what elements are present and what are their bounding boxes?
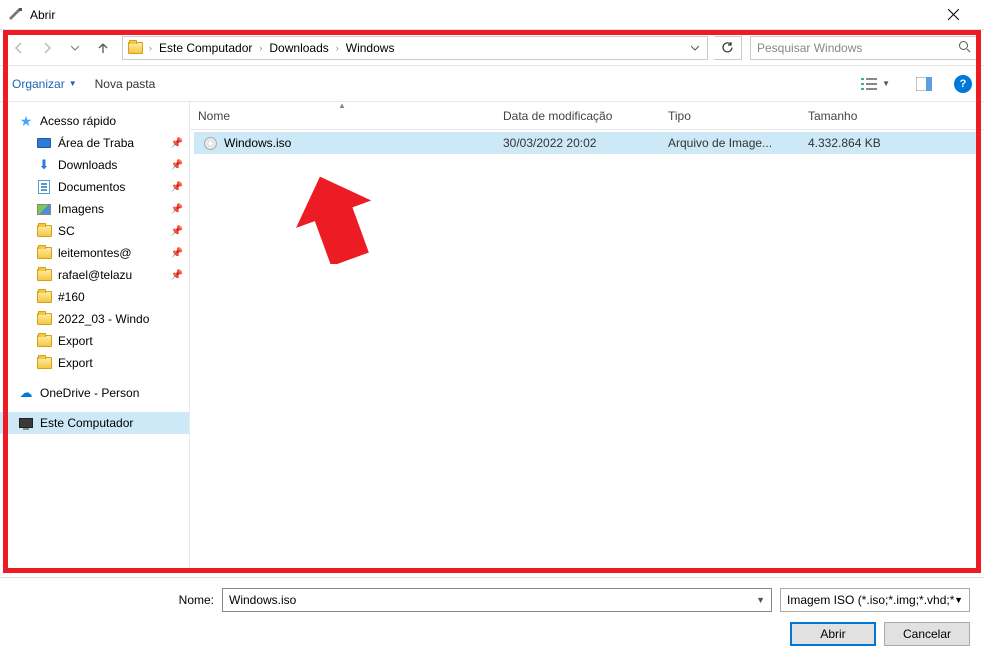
dialog-footer: Nome: Windows.iso ▼ Imagem ISO (*.iso;*.… [0, 577, 984, 661]
sidebar-item-downloads[interactable]: ⬇Downloads📌 [0, 154, 189, 176]
column-header-type[interactable]: Tipo [660, 102, 800, 129]
sidebar-this-pc[interactable]: ›Este Computador [0, 412, 189, 434]
pin-icon: 📌 [171, 204, 183, 215]
column-header-size[interactable]: Tamanho [800, 102, 940, 129]
pin-icon: 📌 [171, 160, 183, 171]
file-pane: Nome▲ Data de modificação Tipo Tamanho W… [190, 102, 984, 571]
image-icon [36, 201, 52, 217]
pin-icon: 📌 [171, 270, 183, 281]
filename-input[interactable]: Windows.iso ▼ [222, 588, 772, 612]
toolbar: Organizar ▼ Nova pasta ▼ ? [0, 66, 984, 102]
file-type-filter[interactable]: Imagem ISO (*.iso;*.img;*.vhd;* ▼ [780, 588, 970, 612]
pc-icon [18, 415, 34, 431]
download-icon: ⬇ [36, 157, 52, 173]
address-dropdown[interactable] [685, 41, 705, 55]
pin-icon: 📌 [171, 226, 183, 237]
sidebar-item-folder[interactable]: SC📌 [0, 220, 189, 242]
chevron-right-icon: › [257, 43, 264, 53]
organize-button[interactable]: Organizar ▼ [12, 77, 77, 91]
folder-icon [36, 289, 52, 305]
folder-icon [36, 245, 52, 261]
chevron-down-icon: ▼ [69, 79, 77, 88]
sidebar-item-folder[interactable]: Export [0, 330, 189, 352]
sidebar-quick-access[interactable]: ★ Acesso rápido [0, 110, 189, 132]
app-icon [8, 7, 24, 23]
breadcrumb-item[interactable]: Downloads [264, 37, 333, 59]
window-title: Abrir [30, 8, 931, 22]
breadcrumb-item[interactable]: Este Computador [154, 37, 257, 59]
folder-icon [36, 223, 52, 239]
help-button[interactable]: ? [954, 75, 972, 93]
file-type: Arquivo de Image... [660, 136, 800, 150]
file-date: 30/03/2022 20:02 [495, 136, 660, 150]
sidebar-item-folder[interactable]: #160 [0, 286, 189, 308]
nav-recent-button[interactable] [62, 35, 88, 61]
nav-forward-button[interactable] [34, 35, 60, 61]
main-area: ★ Acesso rápido Área de Traba📌 ⬇Download… [0, 102, 984, 571]
cancel-button[interactable]: Cancelar [884, 622, 970, 646]
onedrive-icon: ☁ [18, 385, 34, 401]
titlebar: Abrir [0, 0, 984, 30]
star-icon: ★ [18, 113, 34, 129]
folder-icon [36, 333, 52, 349]
disc-icon [202, 135, 218, 151]
close-button[interactable] [931, 0, 976, 30]
sort-asc-icon: ▲ [338, 101, 346, 110]
search-input[interactable]: Pesquisar Windows [750, 36, 978, 60]
file-row[interactable]: Windows.iso 30/03/2022 20:02 Arquivo de … [194, 132, 980, 154]
document-icon [36, 179, 52, 195]
sidebar-item-folder[interactable]: 2022_03 - Windo [0, 308, 189, 330]
chevron-right-icon: › [4, 388, 7, 398]
chevron-right-icon: › [4, 418, 7, 428]
chevron-down-icon[interactable]: ▼ [954, 595, 963, 605]
sidebar-item-folder[interactable]: Export [0, 352, 189, 374]
preview-pane-button[interactable] [912, 75, 936, 93]
folder-icon [36, 267, 52, 283]
pin-icon: 📌 [171, 248, 183, 259]
search-icon [958, 40, 971, 56]
sidebar-item-documents[interactable]: Documentos📌 [0, 176, 189, 198]
nav-back-button[interactable] [6, 35, 32, 61]
open-button[interactable]: Abrir [790, 622, 876, 646]
sidebar-item-folder[interactable]: leitemontes@📌 [0, 242, 189, 264]
refresh-button[interactable] [714, 36, 742, 60]
nav-row: › Este Computador › Downloads › Windows … [0, 30, 984, 66]
search-placeholder: Pesquisar Windows [757, 41, 862, 55]
breadcrumb-item[interactable]: Windows [341, 37, 400, 59]
chevron-right-icon: › [147, 43, 154, 53]
sidebar-item-desktop[interactable]: Área de Traba📌 [0, 132, 189, 154]
chevron-down-icon: ▼ [882, 79, 890, 88]
folder-icon [36, 355, 52, 371]
sidebar: ★ Acesso rápido Área de Traba📌 ⬇Download… [0, 102, 190, 571]
pin-icon: 📌 [171, 182, 183, 193]
column-header-name[interactable]: Nome▲ [190, 102, 495, 129]
file-name: Windows.iso [224, 136, 291, 150]
pin-icon: 📌 [171, 138, 183, 149]
nav-up-button[interactable] [90, 35, 116, 61]
desktop-icon [36, 135, 52, 151]
column-headers: Nome▲ Data de modificação Tipo Tamanho [190, 102, 984, 130]
chevron-down-icon[interactable]: ▼ [756, 595, 765, 605]
sidebar-item-images[interactable]: Imagens📌 [0, 198, 189, 220]
column-header-date[interactable]: Data de modificação [495, 102, 660, 129]
view-mode-button[interactable]: ▼ [857, 75, 894, 93]
file-size: 4.332.864 KB [800, 136, 940, 150]
chevron-right-icon: › [334, 43, 341, 53]
sidebar-onedrive[interactable]: ›☁OneDrive - Person [0, 382, 189, 404]
folder-icon [125, 38, 145, 58]
folder-icon [36, 311, 52, 327]
filename-label: Nome: [14, 593, 214, 607]
sidebar-item-folder[interactable]: rafael@telazu📌 [0, 264, 189, 286]
new-folder-button[interactable]: Nova pasta [95, 77, 156, 91]
address-bar[interactable]: › Este Computador › Downloads › Windows [122, 36, 708, 60]
